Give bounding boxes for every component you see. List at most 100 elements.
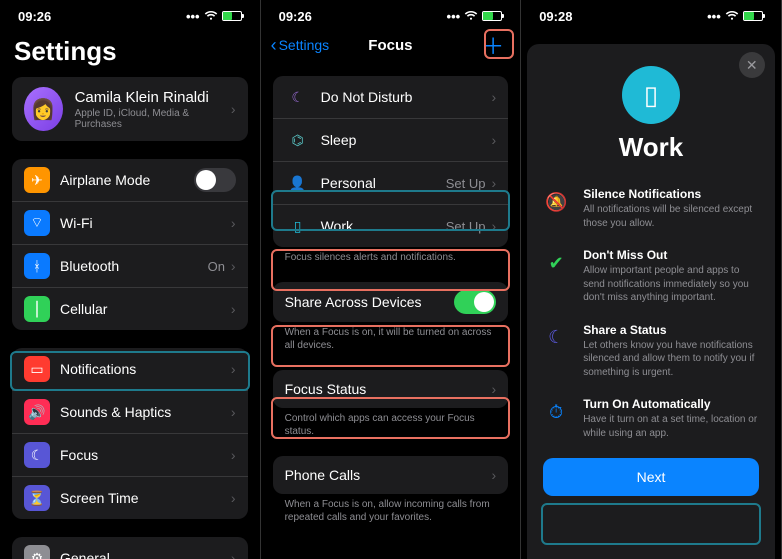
row-value: Set Up — [446, 176, 486, 191]
settings-group-network: ✈Airplane Mode⌔Wi-Fi›ᚼBluetoothOn›⎮Cellu… — [12, 159, 248, 330]
sleep-icon: ⌬ — [285, 127, 311, 153]
feature-don-t-miss-out: ✔ Don't Miss Out Allow important people an… — [543, 248, 759, 305]
settings-group-notif: ▭Notifications›🔊Sounds & Haptics›☾Focus›… — [12, 348, 248, 519]
status-icons: ••• — [707, 9, 763, 24]
focus-mode-sleep[interactable]: ⌬Sleep› — [273, 119, 509, 162]
feature-share-a-status: ☾ Share a Status Let others know you have … — [543, 323, 759, 380]
signal-icon: ••• — [707, 9, 721, 24]
share-group: Share Across Devices — [273, 282, 509, 322]
work-setup-screen: 09:28 ••• ✕ ▯ Work 🔕Silence Notification… — [521, 0, 782, 559]
row-label: General — [60, 550, 231, 559]
bluetooth-icon: ᚼ — [24, 253, 50, 279]
clock-icon: ⏱ — [543, 399, 569, 425]
battery-icon — [743, 11, 763, 21]
footer-text: Control which apps can access your Focus… — [273, 408, 509, 438]
calls-label: Phone Calls — [285, 467, 492, 483]
chevron-icon: › — [492, 175, 497, 191]
row-value: Set Up — [446, 219, 486, 234]
focus-mode-do-not-disturb[interactable]: ☾Do Not Disturb› — [273, 76, 509, 119]
settings-row-general[interactable]: ⚙ General› — [12, 537, 248, 559]
row-label: Airplane Mode — [60, 172, 194, 188]
signal-icon: ••• — [186, 9, 200, 24]
chevron-icon: › — [492, 467, 497, 483]
next-button[interactable]: Next — [543, 458, 759, 496]
modal-title: Work — [543, 132, 759, 163]
chevron-icon: › — [492, 89, 497, 105]
settings-row-bluetooth[interactable]: ᚼBluetoothOn› — [12, 245, 248, 288]
row-label: Focus — [60, 447, 231, 463]
settings-row-airplane-mode[interactable]: ✈Airplane Mode — [12, 159, 248, 202]
chevron-icon: › — [492, 132, 497, 148]
personal-icon: 👤 — [285, 170, 311, 196]
wifi-icon: ⌔ — [24, 210, 50, 236]
status-icons: ••• — [186, 9, 242, 24]
toggle[interactable] — [194, 168, 236, 192]
feature-title: Turn On Automatically — [583, 397, 759, 411]
settings-screen: 09:26 ••• Settings 👩 Camila Klein Rinald… — [0, 0, 261, 559]
close-button[interactable]: ✕ — [739, 52, 765, 78]
settings-group-general: ⚙General›⊟Control Center›ADisplay & Brig… — [12, 537, 248, 559]
status-label: Focus Status — [285, 381, 492, 397]
time: 09:26 — [18, 9, 51, 24]
back-button[interactable]: ‹Settings — [271, 35, 330, 56]
status-bar: 09:26 ••• — [261, 0, 521, 28]
settings-row-notifications[interactable]: ▭Notifications› — [12, 348, 248, 391]
avatar: 👩 — [24, 87, 63, 131]
profile-subtitle: Apple ID, iCloud, Media & Purchases — [75, 108, 219, 130]
share-toggle[interactable] — [454, 290, 496, 314]
feature-title: Don't Miss Out — [583, 248, 759, 262]
focus-mode-work[interactable]: ▯WorkSet Up› — [273, 205, 509, 247]
time: 09:28 — [539, 9, 572, 24]
settings-row-screen-time[interactable]: ⏳Screen Time› — [12, 477, 248, 519]
feature-desc: Allow important people and apps to send … — [583, 264, 759, 305]
add-button[interactable]: ＋ — [476, 29, 510, 61]
battery-icon — [482, 11, 502, 21]
signal-icon: ••• — [447, 9, 461, 24]
settings-row-sounds-haptics[interactable]: 🔊Sounds & Haptics› — [12, 391, 248, 434]
check-icon: ✔ — [543, 250, 569, 276]
row-label: Bluetooth — [60, 258, 208, 274]
status-group: Focus Status › — [273, 370, 509, 408]
settings-row-wi-fi[interactable]: ⌔Wi-Fi› — [12, 202, 248, 245]
focus-status-row[interactable]: Focus Status › — [273, 370, 509, 408]
feature-title: Share a Status — [583, 323, 759, 337]
feature-desc: Have it turn on at a set time, location … — [583, 413, 759, 440]
share-label: Share Across Devices — [285, 294, 455, 310]
chevron-icon: › — [492, 381, 497, 397]
chevron-icon: › — [231, 101, 236, 117]
chevron-icon: › — [231, 550, 236, 559]
feature-desc: Let others know you have notifications s… — [583, 339, 759, 380]
row-label: Wi-Fi — [60, 215, 225, 231]
chevron-icon: › — [231, 404, 236, 420]
nav-title: Focus — [368, 37, 412, 54]
settings-row-cellular[interactable]: ⎮Cellular› — [12, 288, 248, 330]
focus-screen: 09:26 ••• ‹Settings Focus ＋ ☾Do Not Dist… — [261, 0, 522, 559]
feature-title: Silence Notifications — [583, 187, 759, 201]
footer-text: Focus silences alerts and notifications. — [273, 247, 509, 264]
phone-calls-row[interactable]: Phone Calls › — [273, 456, 509, 494]
row-label: Work — [321, 218, 446, 234]
share-row[interactable]: Share Across Devices — [273, 282, 509, 322]
notifications-icon: ▭ — [24, 356, 50, 382]
moon-icon: ☾ — [543, 325, 569, 351]
chevron-icon: › — [231, 258, 236, 274]
focus-mode-personal[interactable]: 👤 PersonalSet Up › — [273, 162, 509, 205]
row-label: Do Not Disturb — [321, 89, 492, 105]
status-bar: 09:28 ••• — [521, 0, 781, 28]
profile-card[interactable]: 👩 Camila Klein Rinaldi Apple ID, iCloud,… — [12, 77, 248, 141]
general-icon: ⚙ — [24, 545, 50, 559]
row-label: Personal — [321, 175, 446, 191]
row-label: Notifications — [60, 361, 231, 377]
status-icons: ••• — [447, 9, 503, 24]
page-title: Settings — [0, 28, 260, 77]
battery-icon — [222, 11, 242, 21]
nav-bar: ‹Settings Focus ＋ — [261, 28, 521, 62]
work-icon: ▯ — [622, 66, 680, 124]
wifi-icon — [204, 11, 218, 21]
footer-text: When a Focus is on, allow incoming calls… — [273, 494, 509, 524]
time: 09:26 — [279, 9, 312, 24]
chevron-icon: › — [231, 490, 236, 506]
wifi-icon — [725, 11, 739, 21]
settings-row-focus[interactable]: ☾Focus› — [12, 434, 248, 477]
chevron-icon: › — [231, 301, 236, 317]
